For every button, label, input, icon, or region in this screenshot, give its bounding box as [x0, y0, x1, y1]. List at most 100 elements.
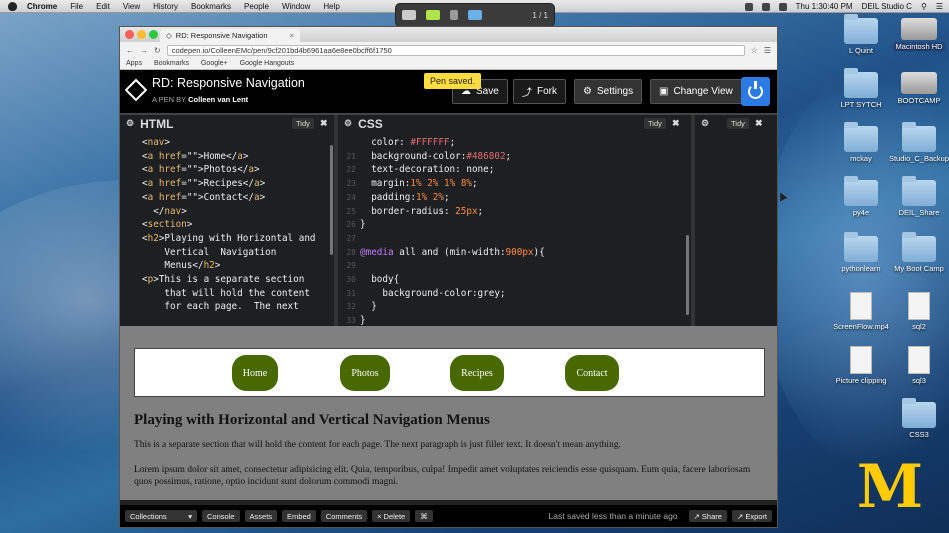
html-tidy-button[interactable]: Tidy: [292, 118, 314, 129]
html-scrollbar[interactable]: [330, 145, 333, 255]
code-line[interactable]: 32 }: [338, 300, 691, 314]
console-button[interactable]: Console: [202, 510, 240, 522]
power-button[interactable]: [741, 77, 770, 106]
bookmark-apps[interactable]: Apps: [126, 60, 142, 67]
spotlight-icon[interactable]: ⚲: [921, 2, 927, 11]
code-line[interactable]: 31 background-color:grey;: [338, 287, 691, 301]
code-line[interactable]: 24 padding:1% 2%;: [338, 191, 691, 205]
code-line[interactable]: 21 background-color:#486802;: [338, 150, 691, 164]
bookmark-google-hangouts[interactable]: Google Hangouts: [240, 60, 294, 67]
code-line[interactable]: <a href="">Contact</a>: [120, 191, 334, 205]
pen-tool-icon[interactable]: [402, 10, 416, 20]
nav-link-recipes[interactable]: Recipes: [450, 355, 504, 391]
collections-dropdown[interactable]: Collections ▾: [125, 510, 197, 522]
code-line[interactable]: <a href="">Recipes</a>: [120, 177, 334, 191]
assets-button[interactable]: Assets: [244, 510, 278, 522]
settings-button[interactable]: ⚙ Settings: [574, 79, 643, 104]
menu-people[interactable]: People: [244, 2, 269, 11]
battery-icon[interactable]: [778, 2, 787, 11]
desktop-icon[interactable]: sql2: [884, 292, 949, 331]
code-line[interactable]: <h2>Playing with Horizontal and: [120, 232, 334, 246]
pen-title[interactable]: RD: Responsive Navigation: [152, 76, 305, 90]
volume-icon[interactable]: [761, 2, 770, 11]
menu-file[interactable]: File: [70, 2, 83, 11]
js-tidy-button[interactable]: Tidy: [727, 118, 749, 129]
code-line[interactable]: for each page. The next: [120, 300, 334, 314]
close-icon[interactable]: ✖: [755, 118, 763, 129]
html-code[interactable]: <nav> <a href="">Home</a> <a href="">Photo…: [120, 132, 334, 314]
desktop-icon[interactable]: sql3: [884, 346, 949, 385]
code-line[interactable]: 25 border-radius: 25px;: [338, 205, 691, 219]
nav-link-photos[interactable]: Photos: [340, 355, 390, 391]
code-line[interactable]: <a href="">Photos</a>: [120, 163, 334, 177]
code-line[interactable]: 28 @media all and (min-width:900px){: [338, 246, 691, 260]
menu-app[interactable]: Chrome: [27, 2, 57, 11]
close-window-button[interactable]: [125, 30, 134, 39]
code-line[interactable]: <a href="">Home</a>: [120, 150, 334, 164]
code-line[interactable]: 33}: [338, 314, 691, 326]
embed-button[interactable]: Embed: [282, 510, 316, 522]
author-link[interactable]: Colleen van Lent: [188, 95, 248, 104]
forward-icon[interactable]: →: [140, 46, 148, 55]
codepen-logo-icon[interactable]: [124, 78, 148, 102]
desktop-icon[interactable]: Macintosh HD: [884, 18, 949, 51]
browser-tab[interactable]: ◇ RD: Responsive Navigation ×: [160, 29, 300, 42]
pointer-tool-icon[interactable]: [450, 10, 458, 20]
code-line[interactable]: 27: [338, 232, 691, 246]
code-line[interactable]: <nav>: [120, 136, 334, 150]
gear-icon[interactable]: ⚙: [701, 118, 709, 129]
code-line[interactable]: <p>This is a separate section: [120, 273, 334, 287]
html-editor[interactable]: ⚙ HTML Tidy ✖ <nav> <a href="">Home</a> <a…: [120, 115, 338, 326]
code-line[interactable]: </nav>: [120, 205, 334, 219]
css-code[interactable]: color: #FFFFFF; 21 background-color:#4868…: [338, 132, 691, 326]
code-line[interactable]: that will hold the content: [120, 287, 334, 301]
menu-edit[interactable]: Edit: [96, 2, 110, 11]
zoom-window-button[interactable]: [149, 30, 158, 39]
code-line[interactable]: Menus</h2>: [120, 259, 334, 273]
code-line[interactable]: 26}: [338, 218, 691, 232]
desktop-icon[interactable]: My Boot Camp: [884, 232, 949, 273]
menu-help[interactable]: Help: [323, 2, 339, 11]
code-line[interactable]: 22 text-decoration: none;: [338, 163, 691, 177]
code-line[interactable]: 23 margin:1% 2% 1% 8%;: [338, 177, 691, 191]
close-icon[interactable]: ✖: [672, 118, 680, 129]
eraser-tool-icon[interactable]: [468, 10, 482, 20]
nav-link-contact[interactable]: Contact: [565, 355, 619, 391]
export-button[interactable]: ↗ Export: [731, 510, 772, 522]
menubar-user[interactable]: DEIL Studio C: [862, 2, 912, 11]
list-icon[interactable]: ☰: [936, 2, 943, 11]
gear-icon[interactable]: ⚙: [344, 118, 352, 129]
close-icon[interactable]: ✖: [320, 118, 328, 129]
css-editor[interactable]: ⚙ CSS Tidy ✖ color: #FFFFFF; 21 backgroun…: [338, 115, 695, 326]
desktop-icon[interactable]: BOOTCAMP: [884, 72, 949, 105]
menu-bookmarks[interactable]: Bookmarks: [191, 2, 231, 11]
highlighter-tool-icon[interactable]: [426, 10, 440, 20]
reload-icon[interactable]: ↻: [154, 46, 161, 55]
change-view-button[interactable]: ▣ Change View: [650, 79, 742, 104]
js-editor[interactable]: ⚙ Tidy ✖: [695, 115, 777, 326]
share-button[interactable]: ↗ Share: [688, 510, 727, 522]
menu-history[interactable]: History: [153, 2, 178, 11]
code-line[interactable]: 30 body{: [338, 273, 691, 287]
menu-window[interactable]: Window: [282, 2, 310, 11]
code-line[interactable]: color: #FFFFFF;: [338, 136, 691, 150]
apple-icon[interactable]: [8, 1, 17, 11]
comments-button[interactable]: Comments: [320, 510, 368, 522]
desktop-icon[interactable]: CSS3: [884, 398, 949, 439]
minimize-window-button[interactable]: [137, 30, 146, 39]
close-tab-icon[interactable]: ×: [290, 31, 294, 40]
star-icon[interactable]: ☆: [751, 46, 758, 55]
code-line[interactable]: 29: [338, 259, 691, 273]
code-line[interactable]: Vertical Navigation: [120, 246, 334, 260]
bookmark-google-plus[interactable]: Google+: [201, 60, 228, 67]
desktop-icon[interactable]: DEIL_Share: [884, 176, 949, 217]
menu-view[interactable]: View: [123, 2, 140, 11]
wifi-icon[interactable]: [744, 2, 753, 11]
css-scrollbar[interactable]: [686, 235, 689, 315]
gear-icon[interactable]: ⚙: [126, 118, 134, 129]
keyboard-shortcuts-button[interactable]: ⌘: [415, 510, 433, 522]
code-line[interactable]: <section>: [120, 218, 334, 232]
nav-link-home[interactable]: Home: [232, 355, 278, 391]
address-bar[interactable]: codepen.io/ColleenEMc/pen/9cf201bd4b6961…: [166, 44, 745, 56]
back-icon[interactable]: ←: [126, 46, 134, 55]
